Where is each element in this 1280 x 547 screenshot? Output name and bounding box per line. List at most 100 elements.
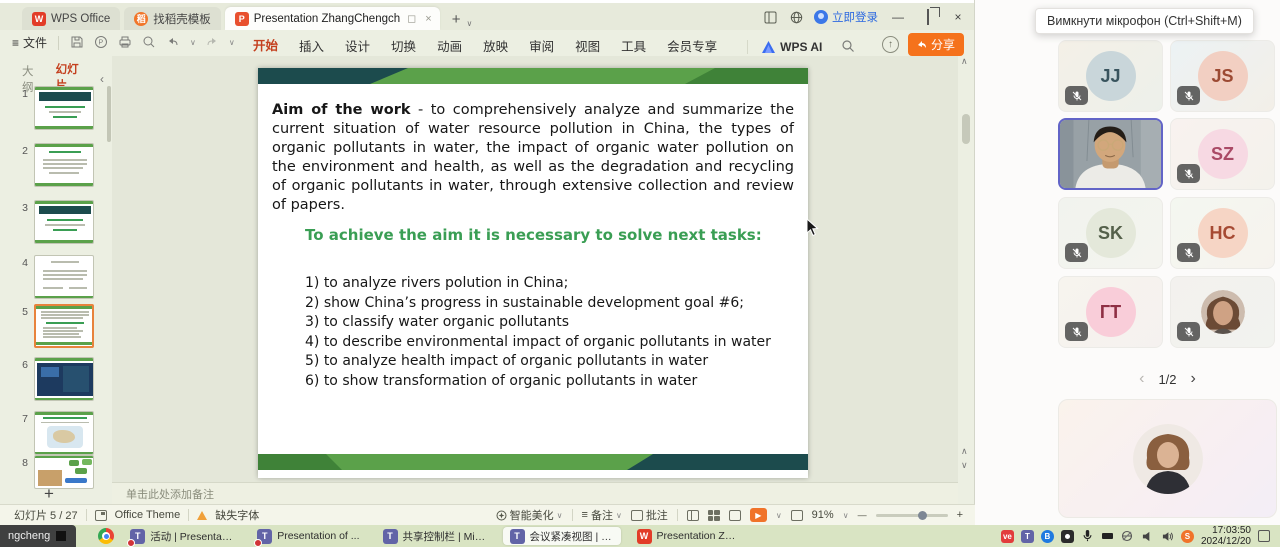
slide-aim-paragraph[interactable]: Aim of the work - to comprehensively ana… [272, 101, 794, 215]
participant-tile-sk[interactable]: SK [1058, 197, 1163, 269]
file-menu-button[interactable]: ≡ 文件 [12, 34, 47, 51]
fit-to-window-icon[interactable] [791, 510, 803, 521]
participant-tile-hc[interactable]: HC [1170, 197, 1275, 269]
tray-recorder-icon[interactable] [1061, 530, 1074, 543]
volume-icon[interactable] [1161, 530, 1174, 543]
layout-mode-icon[interactable] [762, 9, 778, 25]
share-button[interactable]: 分享 [908, 33, 964, 56]
close-tab-icon[interactable]: × [423, 13, 433, 25]
zoom-slider-knob[interactable] [918, 511, 927, 520]
theme-name[interactable]: Office Theme [115, 509, 181, 521]
slide-thumbnail-5-selected[interactable] [34, 304, 94, 348]
bluetooth-icon[interactable]: B [1041, 530, 1054, 543]
scroll-up-icon[interactable]: ∧ [961, 56, 968, 67]
taskbar-item-teams-activity[interactable]: T 活动 | Presentatio... [123, 527, 241, 545]
slide-thumbnail-3[interactable] [34, 200, 94, 244]
export-pdf-icon[interactable]: P [94, 35, 109, 50]
comments-button[interactable]: 批注 [631, 507, 668, 523]
taskbar-item-wps-presentation[interactable]: W Presentation Zha... [630, 527, 748, 545]
tab-wps-office[interactable]: W WPS Office [22, 7, 120, 30]
participant-tile-video-speaker[interactable] [1058, 118, 1163, 190]
task-list[interactable]: 1) to analyze rivers polution in China; … [305, 274, 771, 391]
speaker-icon[interactable] [1141, 530, 1154, 543]
play-options-caret-icon[interactable]: ∨ [776, 511, 782, 520]
tab-docer-templates[interactable]: 稻 找稻壳模板 [124, 7, 221, 30]
microphone-icon[interactable] [1081, 530, 1094, 543]
slideshow-play-button[interactable]: ▶ [750, 508, 767, 522]
pin-icon[interactable]: ◻ [405, 12, 418, 25]
tray-teams-icon[interactable]: T [1021, 530, 1034, 543]
undo-icon[interactable] [166, 35, 181, 50]
upload-icon[interactable]: ↑ [882, 36, 899, 53]
taskbar-item-teams-sharebar[interactable]: T 共享控制栏 | Micr... [376, 527, 494, 545]
taskbar-item-teams-compact-view[interactable]: T 会议紧凑视图 | Pre... [503, 527, 621, 545]
slide-thumbnail-1[interactable] [34, 86, 94, 130]
participant-tile-gt[interactable]: ГТ [1058, 276, 1163, 348]
slide-thumbnail-8[interactable] [34, 455, 94, 489]
network-disconnected-icon[interactable] [1121, 530, 1134, 543]
thumbnail-scrollbar[interactable] [107, 86, 111, 142]
taskbar-open-window[interactable]: ngcheng [0, 525, 76, 547]
undo-caret-icon[interactable]: ∨ [190, 38, 196, 47]
restore-button[interactable] [918, 10, 938, 24]
notes-input[interactable]: 单击此处添加备注 [112, 482, 958, 504]
slide-thumbnail-7[interactable] [34, 411, 94, 455]
participant-tile-large[interactable] [1058, 399, 1277, 518]
collapse-panel-icon[interactable]: ‹ [100, 72, 104, 86]
slide-thumbnail-2[interactable] [34, 143, 94, 187]
vertical-scrollbar[interactable]: ∧ ∧ ∨ [958, 56, 974, 503]
mic-muted-icon [1065, 243, 1088, 262]
close-window-button[interactable]: × [948, 10, 968, 24]
file-menu-label: 文件 [23, 34, 47, 51]
globe-icon[interactable] [788, 9, 804, 25]
participant-tile-jj[interactable]: JJ [1058, 40, 1163, 112]
zoom-in-button[interactable]: + [957, 509, 963, 521]
previous-slide-icon[interactable]: ∧ [961, 446, 968, 457]
login-button[interactable]: 立即登录 [814, 9, 878, 25]
notification-center-icon[interactable] [1258, 530, 1270, 542]
redo-icon[interactable] [205, 35, 220, 50]
tab-presentation-document[interactable]: P Presentation ZhangChengch ◻ × [225, 7, 440, 30]
minimize-button[interactable]: — [888, 10, 908, 24]
clock-date: 2024/12/20 [1201, 536, 1251, 547]
save-icon[interactable] [70, 35, 85, 50]
missing-font-label[interactable]: 缺失字体 [215, 507, 259, 523]
normal-view-icon[interactable] [687, 510, 699, 521]
sunlogin-icon[interactable]: S [1181, 530, 1194, 543]
taskbar-item-teams-presentation[interactable]: T Presentation of ... [250, 527, 366, 545]
tab-list-caret-icon[interactable]: ∨ [466, 19, 472, 30]
participant-tile-js[interactable]: JS [1170, 40, 1275, 112]
tab-label: Presentation ZhangChengch [254, 13, 400, 25]
wps-ai-button[interactable]: WPS AI [747, 40, 822, 54]
slide-thumbnail-6[interactable] [34, 357, 94, 401]
add-slide-button[interactable]: + [44, 484, 54, 504]
mic-muted-icon [1177, 243, 1200, 262]
slide-number: 4 [0, 255, 34, 299]
scrollbar-thumb[interactable] [962, 114, 970, 144]
reading-view-icon[interactable] [729, 510, 741, 521]
slide-thumbnail-4[interactable] [34, 255, 94, 299]
zoom-out-button[interactable]: — [858, 510, 867, 520]
print-icon[interactable] [118, 35, 133, 50]
device-icon[interactable] [1101, 530, 1114, 543]
zoom-slider[interactable] [876, 514, 948, 517]
tasks-heading[interactable]: To achieve the aim it is necessary to so… [305, 226, 762, 244]
search-icon[interactable] [841, 39, 856, 54]
notes-button[interactable]: ≡ 备注 ∨ [582, 507, 622, 523]
tray-app-red-icon[interactable]: ve [1001, 530, 1014, 543]
chrome-icon[interactable] [98, 528, 114, 544]
participant-tile-photo[interactable] [1170, 276, 1275, 348]
print-preview-icon[interactable] [142, 35, 157, 50]
taskbar-clock[interactable]: 17:03:50 2024/12/20 [1201, 525, 1251, 547]
current-slide[interactable]: Aim of the work - to comprehensively ana… [258, 68, 808, 478]
beautify-button[interactable]: 智能美化 ∨ [496, 507, 563, 523]
new-tab-button[interactable]: + [448, 11, 465, 30]
next-slide-icon[interactable]: ∨ [961, 460, 968, 471]
page-previous-icon[interactable]: ‹ [1139, 370, 1144, 388]
zoom-percent[interactable]: 91% [812, 509, 834, 521]
zoom-caret-icon[interactable]: ∨ [843, 511, 849, 520]
redo-caret-icon[interactable]: ∨ [229, 38, 235, 47]
slide-sorter-view-icon[interactable] [708, 510, 720, 521]
page-next-icon[interactable]: › [1191, 370, 1196, 388]
participant-tile-sz[interactable]: SZ [1170, 118, 1275, 190]
